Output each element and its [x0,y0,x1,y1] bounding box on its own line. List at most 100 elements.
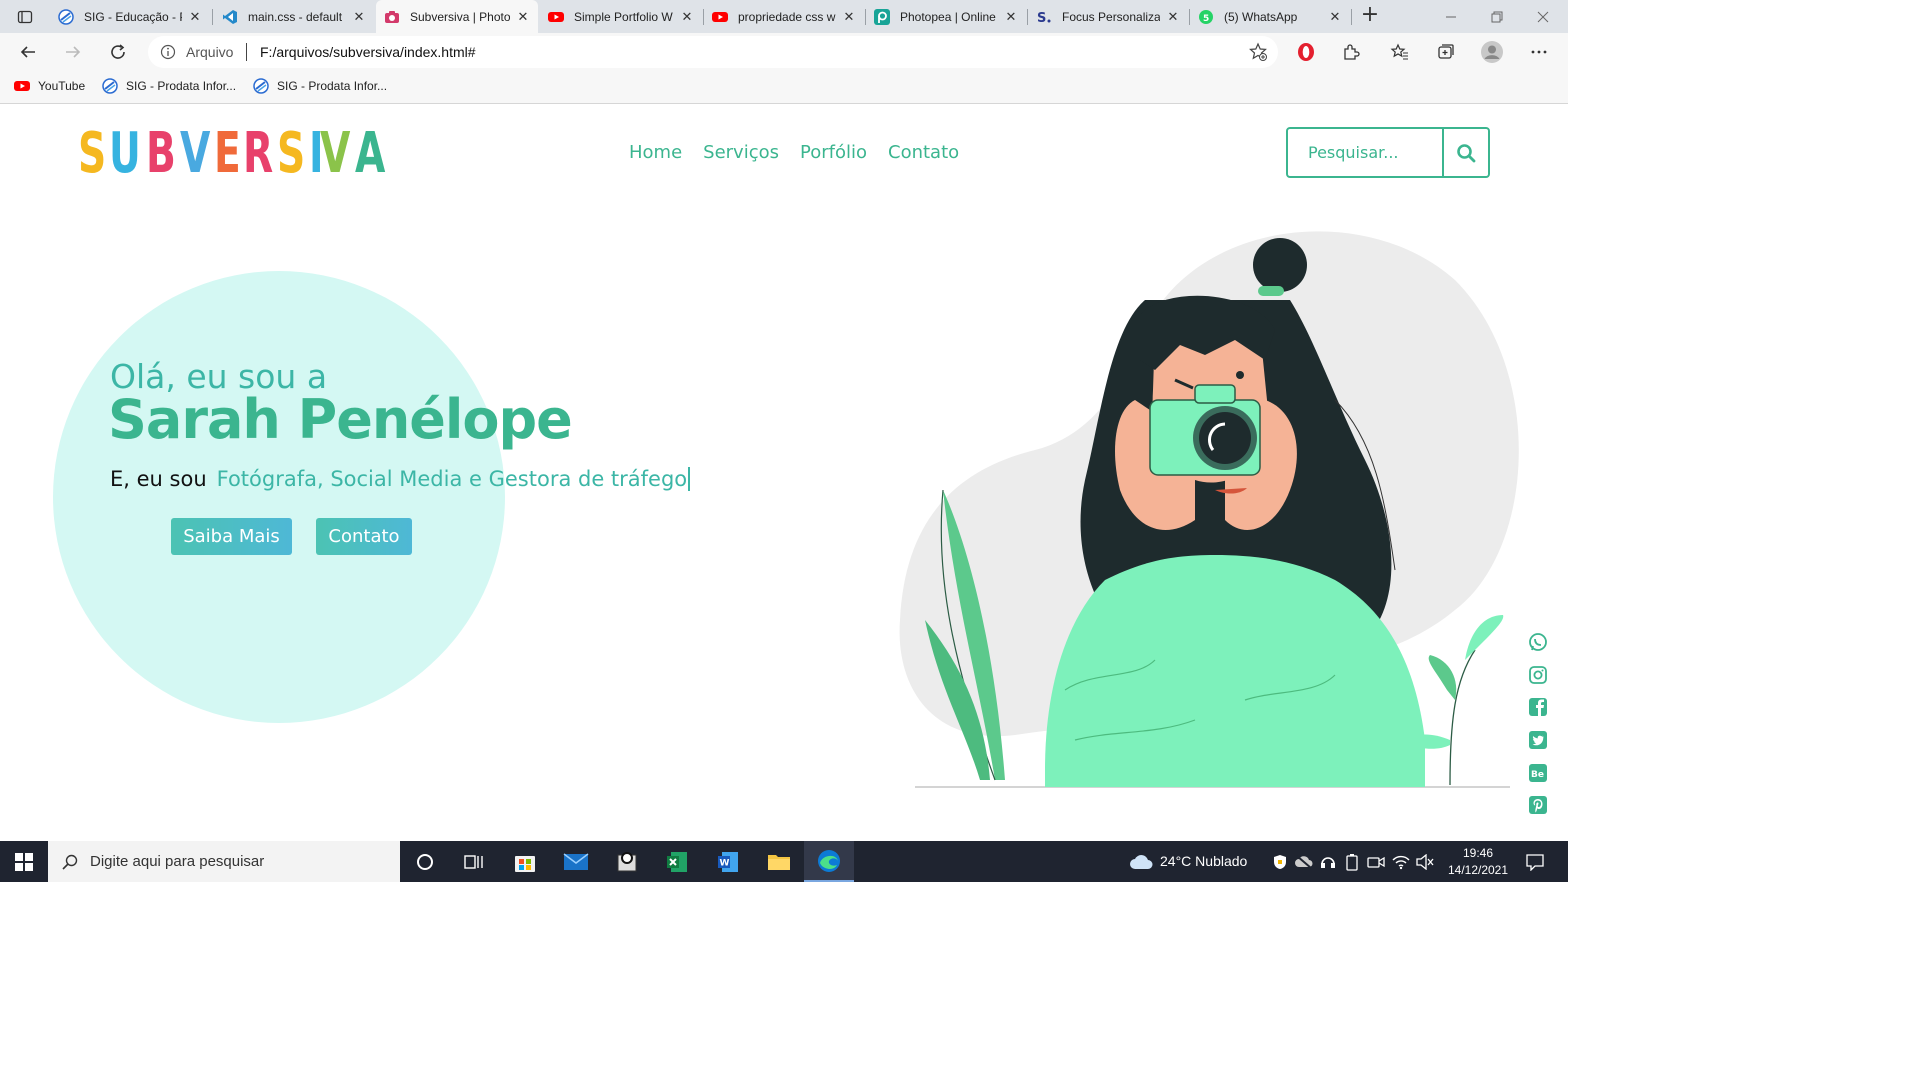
search-button[interactable] [1444,129,1488,176]
close-tab-icon[interactable]: ✕ [352,9,366,25]
vscode-favicon-icon [222,9,238,25]
logo-letter: S [78,121,107,186]
weather-text[interactable]: 24°C Nublado [1160,853,1247,869]
info-icon[interactable] [160,44,176,60]
back-button[interactable] [13,37,43,67]
restore-icon [1491,11,1503,22]
close-window-button[interactable] [1520,0,1566,33]
minimize-button[interactable] [1428,0,1474,33]
mail-app[interactable] [551,841,601,882]
battery-icon[interactable] [1343,853,1361,871]
bookmark-sig-prodata[interactable]: SIG - Prodata Infor... [253,78,387,94]
tab-focus[interactable]: S Focus Personaliza ✕ [1028,0,1188,33]
bookmark-sig-prodata[interactable]: SIG - Prodata Infor... [102,78,236,94]
refresh-button[interactable] [103,37,133,67]
windows-taskbar: Digite aqui para pesquisar W 24°C Nublad… [0,841,1568,882]
site-logo[interactable]: SUBVERSIVA [78,121,389,186]
nav-portfolio[interactable]: Porfólio [800,142,867,163]
excel-app[interactable] [652,841,702,882]
pinterest-icon[interactable] [1527,794,1549,816]
clock-date: 14/12/2021 [1447,863,1509,877]
restore-button[interactable] [1474,0,1520,33]
store-app[interactable] [500,841,550,882]
folder-icon [768,854,790,870]
close-tab-icon[interactable]: ✕ [842,9,856,25]
task-view-button[interactable] [449,841,499,882]
tab-sig-educacao[interactable]: SIG - Educação - P ✕ [50,0,210,33]
add-favorite-icon[interactable] [1248,42,1268,62]
contato-button[interactable]: Contato [316,518,412,555]
volume-muted-icon[interactable] [1416,853,1434,871]
svg-text:Be: Be [1531,770,1544,780]
web-page: SUBVERSIVA Home Serviços Porfólio Contat… [0,105,1568,841]
file-explorer-app[interactable] [754,841,804,882]
hero-role: E, eu sou Fotógrafa, Social Media e Gest… [110,467,691,491]
svg-text:S: S [1037,11,1046,25]
close-tab-icon[interactable]: ✕ [1166,9,1180,25]
close-tab-icon[interactable]: ✕ [680,9,694,25]
facebook-icon[interactable] [1527,696,1549,718]
close-tab-icon[interactable]: ✕ [1004,9,1018,25]
app-icon[interactable] [602,841,652,882]
instagram-icon[interactable] [1527,664,1549,686]
word-app[interactable]: W [703,841,753,882]
profile-avatar-icon[interactable] [1481,41,1503,63]
forward-button[interactable] [58,37,88,67]
twitter-icon[interactable] [1527,729,1549,751]
svg-text:5: 5 [1203,14,1209,24]
favorites-icon[interactable] [1389,41,1411,63]
security-shield-icon[interactable] [1271,853,1289,871]
edge-app[interactable] [804,841,854,882]
cloud-offline-icon[interactable] [1295,853,1313,871]
start-button[interactable] [0,841,48,882]
url-text[interactable]: F:/arquivos/subversiva/index.html# [260,44,476,60]
whatsapp-icon[interactable] [1527,631,1549,653]
notifications-icon[interactable] [1526,853,1544,871]
tab-strip: SIG - Educação - P ✕ main.css - default … [0,0,1568,33]
system-clock[interactable]: 19:46 14/12/2021 [1446,845,1510,879]
wifi-icon[interactable] [1392,853,1410,871]
tab-photopea[interactable]: Photopea | Online ✕ [866,0,1026,33]
windows-logo-icon [15,852,33,871]
tab-whatsapp[interactable]: 5 (5) WhatsApp ✕ [1190,0,1350,33]
address-separator [246,43,247,61]
weather-cloud-icon[interactable] [1129,851,1153,873]
headset-icon[interactable] [1319,853,1337,871]
tab-main-css[interactable]: main.css - default ✕ [214,0,374,33]
bookmarks-bar: YouTube SIG - Prodata Infor... SIG - Pro… [0,71,1568,104]
close-tab-icon[interactable]: ✕ [188,9,202,25]
extensions-icon[interactable] [1340,41,1362,63]
edge-icon [818,849,840,872]
opera-extension-icon[interactable] [1295,41,1317,63]
task-view-icon [464,854,483,869]
taskbar-search[interactable]: Digite aqui para pesquisar [48,841,400,882]
new-tab-button[interactable]: + [1358,4,1382,28]
saiba-mais-button[interactable]: Saiba Mais [171,518,292,555]
nav-servicos[interactable]: Serviços [703,142,779,163]
browser-window: SIG - Educação - P ✕ main.css - default … [0,0,1568,882]
hero-name: Sarah Penélope [108,388,573,451]
tab-simple-portfolio[interactable]: Simple Portfolio W ✕ [540,0,702,33]
close-tab-icon[interactable]: ✕ [516,9,530,25]
tab-subversiva[interactable]: Subversiva | Photo ✕ [376,0,538,33]
bookmark-youtube[interactable]: YouTube [14,78,85,94]
nav-home[interactable]: Home [629,142,682,163]
search-input[interactable] [1288,129,1444,176]
tab-separator [212,9,213,25]
camera-favicon-icon [384,9,400,25]
whatsapp-favicon-icon: 5 [1198,9,1214,25]
collections-icon[interactable] [1434,41,1456,63]
settings-more-icon[interactable] [1528,41,1550,63]
close-tab-icon[interactable]: ✕ [1328,9,1342,25]
behance-icon[interactable]: Be [1527,762,1549,784]
address-bar[interactable]: Arquivo F:/arquivos/subversiva/index.htm… [148,36,1278,68]
tab-actions-menu[interactable] [10,6,40,28]
nav-contato[interactable]: Contato [888,142,959,163]
cortana-button[interactable] [400,841,450,882]
focus-favicon-icon: S [1036,9,1052,25]
tab-propriedade-css[interactable]: propriedade css w ✕ [704,0,864,33]
navigation-bar: Arquivo F:/arquivos/subversiva/index.htm… [0,33,1568,71]
logo-letter: V [320,121,352,186]
camera-icon[interactable] [1367,853,1385,871]
youtube-favicon-icon [548,9,564,25]
